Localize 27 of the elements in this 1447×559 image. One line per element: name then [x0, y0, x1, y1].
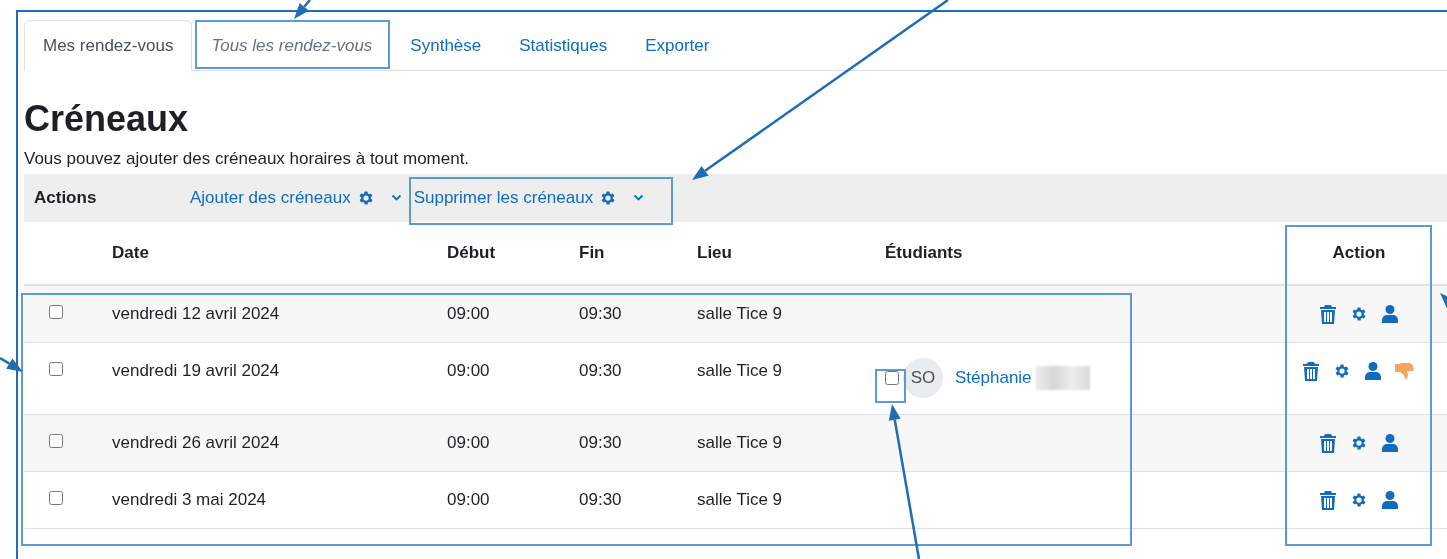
- actions-label: Actions: [34, 188, 98, 208]
- table-cell: 09:30: [579, 490, 622, 509]
- table-cell: vendredi 12 avril 2024: [112, 304, 280, 323]
- page-title: Créneaux: [24, 97, 190, 141]
- table-cell: salle Tice 9: [697, 361, 783, 380]
- tab[interactable]: Synthèse: [391, 20, 501, 71]
- table-cell: 09:00: [447, 361, 490, 380]
- tab[interactable]: Mes rendez-vous: [24, 20, 193, 71]
- tab[interactable]: Exporter: [626, 20, 729, 71]
- table-cell: 09:30: [579, 433, 622, 452]
- table-cell: 09:00: [447, 433, 490, 452]
- table-cell: vendredi 3 mai 2024: [112, 490, 267, 509]
- dropdown-menu[interactable]: Supprimer les créneaux: [411, 188, 645, 208]
- description-text: Vous pouvez ajouter des créneaux horaires à tout moment.: [24, 148, 471, 170]
- table-cell: 09:00: [447, 490, 490, 509]
- dropdown-menu[interactable]: Ajouter des créneaux: [188, 188, 402, 208]
- table-cell: salle Tice 9: [697, 304, 783, 323]
- student-link[interactable]: Stéphanie: [955, 366, 1032, 390]
- table-cell: salle Tice 9: [697, 490, 783, 509]
- table-cell: 09:30: [579, 304, 622, 323]
- table-cell: vendredi 26 avril 2024: [112, 433, 280, 452]
- table-cell: salle Tice 9: [697, 433, 783, 452]
- table-cell: 09:00: [447, 304, 490, 323]
- tab[interactable]: Statistiques: [500, 20, 627, 71]
- table-cell: 09:30: [579, 361, 622, 380]
- avatar: SO: [903, 358, 943, 398]
- table-cell: vendredi 19 avril 2024: [112, 361, 280, 380]
